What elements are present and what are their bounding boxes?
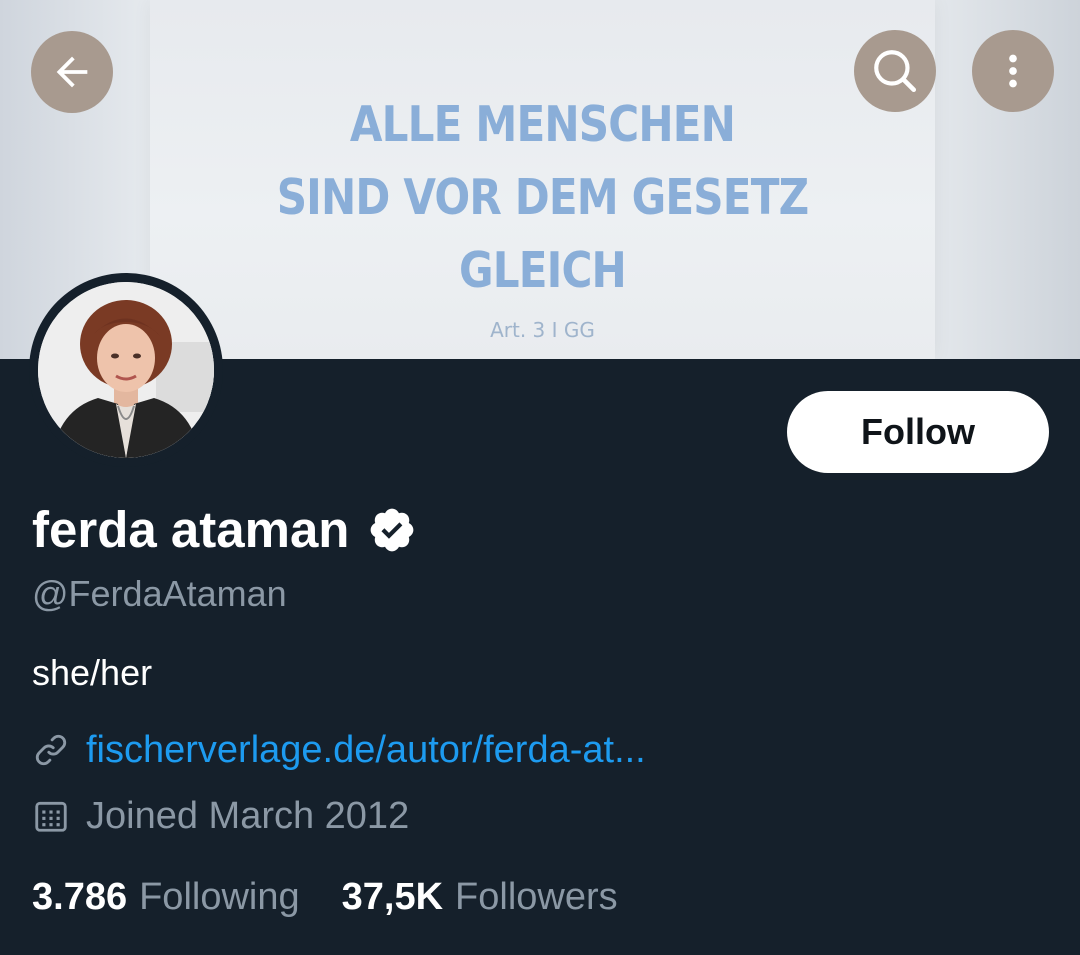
calendar-icon (35, 801, 67, 832)
bio: she/her (32, 652, 153, 693)
back-button[interactable] (31, 31, 113, 113)
following-count: 3.786 (32, 876, 128, 918)
search-icon (874, 50, 917, 93)
banner-slogan: ALLE MENSCHEN SIND VOR DEM GESETZ GLEICH (276, 96, 809, 299)
arrow-left-icon (56, 56, 88, 88)
follow-button[interactable]: Follow (787, 391, 1049, 473)
search-button[interactable] (854, 30, 936, 112)
user-handle: @FerdaAtaman (32, 573, 287, 614)
more-vertical-icon (1009, 54, 1017, 88)
website-link[interactable]: fischerverlage.de/autor/ferda-at... (86, 728, 646, 772)
display-name: ferda ataman (32, 501, 350, 558)
link-icon (35, 734, 67, 766)
following-label: Following (139, 876, 300, 918)
joined-date: Joined March 2012 (86, 795, 410, 837)
website-row: fischerverlage.de/autor/ferda-at... (32, 728, 646, 772)
follow-stats: 3.786 Following 37,5K Followers (32, 875, 618, 919)
following-link[interactable]: 3.786 Following (32, 875, 300, 919)
avatar[interactable] (29, 273, 223, 467)
verified-badge-icon (371, 508, 414, 552)
followers-count: 37,5K (341, 876, 444, 918)
followers-label: Followers (455, 876, 618, 918)
avatar-photo (38, 282, 214, 458)
followers-link[interactable]: 37,5K Followers (342, 875, 618, 919)
display-name-row: ferda ataman (32, 500, 417, 560)
more-options-button[interactable] (972, 30, 1054, 112)
joined-row: Joined March 2012 (32, 794, 409, 838)
banner-reference: Art. 3 I GG (490, 318, 595, 342)
